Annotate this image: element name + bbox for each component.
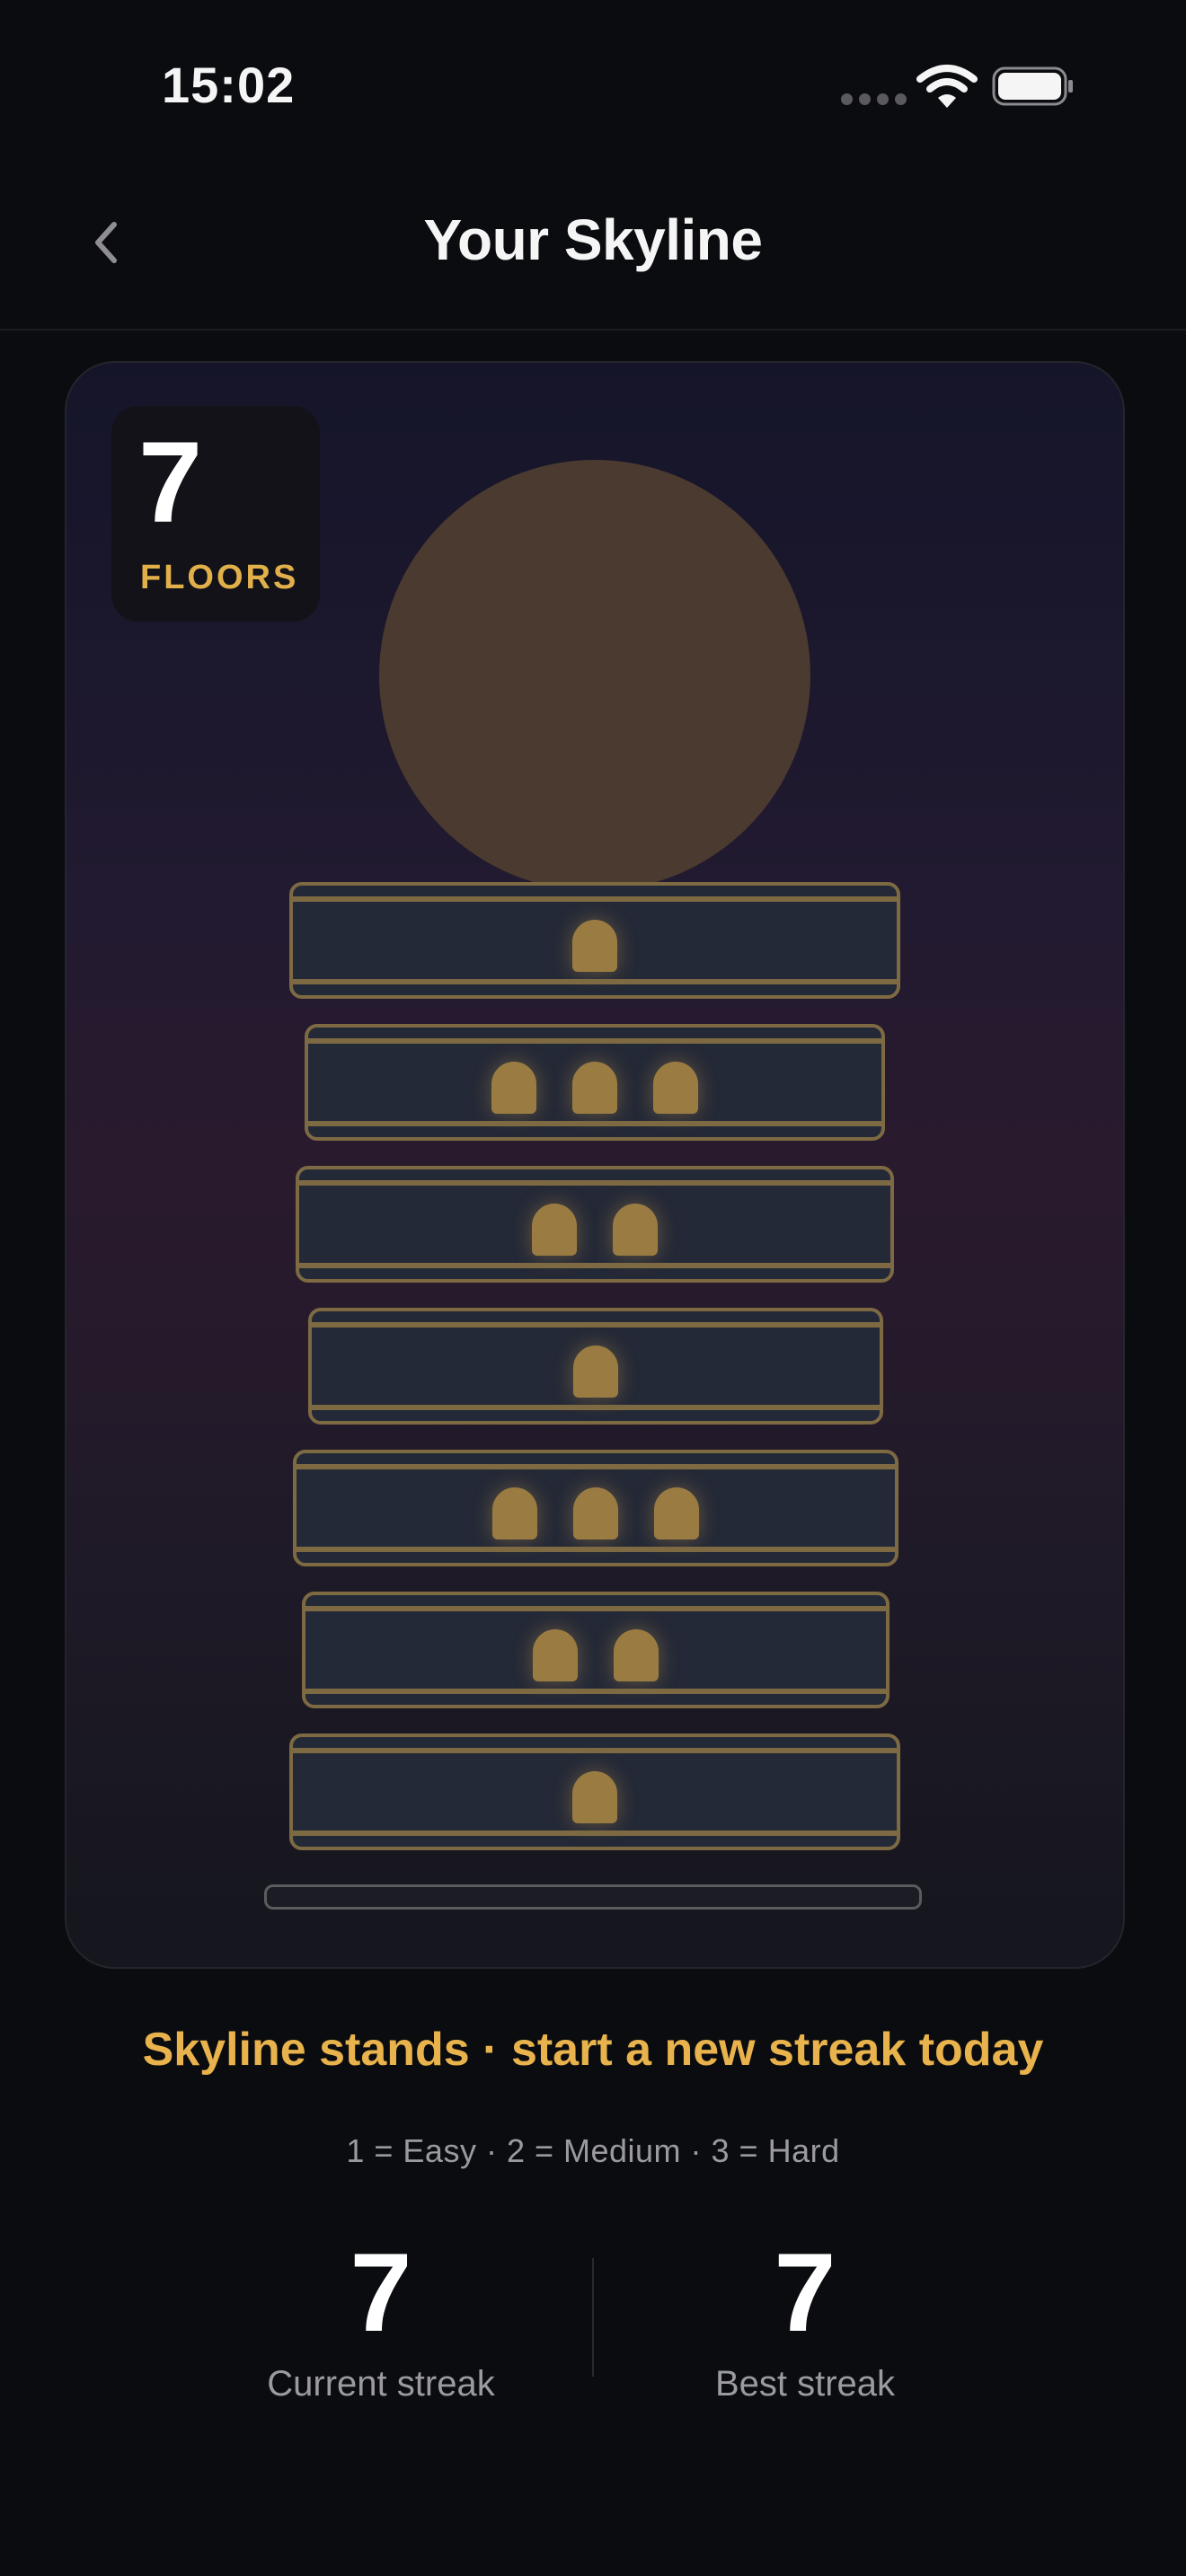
floor-windows <box>299 1204 890 1256</box>
tower-floor <box>289 1734 900 1850</box>
page-title: Your Skyline <box>423 207 763 272</box>
floor-count: 7 <box>138 419 203 547</box>
difficulty-legend: 1 = Easy · 2 = Medium · 3 = Hard <box>346 2132 840 2169</box>
floor-label: FLOORS <box>140 559 299 596</box>
lit-window <box>573 1345 618 1398</box>
floor-windows <box>293 1771 897 1823</box>
best-streak-value: 7 <box>774 2231 836 2355</box>
tower-floor <box>302 1592 890 1708</box>
battery-icon <box>992 66 1073 106</box>
floor-windows <box>293 920 897 972</box>
floor-trim <box>296 1464 895 1469</box>
tower-foundation <box>264 1884 922 1910</box>
lit-window <box>654 1487 699 1539</box>
current-streak-label: Current streak <box>267 2364 495 2404</box>
lit-window <box>491 1062 536 1114</box>
floor-windows <box>312 1345 880 1398</box>
lit-window <box>533 1629 578 1681</box>
lit-window <box>653 1062 698 1114</box>
floor-windows <box>305 1629 886 1681</box>
current-streak-value: 7 <box>350 2231 412 2355</box>
floor-trim <box>305 1689 886 1694</box>
stat-divider <box>592 2258 594 2377</box>
wifi-icon <box>916 65 978 108</box>
tower-floor <box>293 1450 898 1566</box>
floor-trim <box>308 1121 881 1126</box>
floor-trim <box>312 1405 880 1410</box>
tower-floor <box>308 1308 883 1425</box>
cellular-signal-icon <box>841 93 907 105</box>
best-streak-label: Best streak <box>714 2364 896 2404</box>
floor-trim <box>293 979 897 984</box>
floor-trim <box>293 896 897 902</box>
lit-window <box>573 1487 618 1539</box>
tower-floor <box>296 1166 894 1283</box>
floor-windows <box>308 1062 881 1114</box>
lit-window <box>532 1204 577 1256</box>
floor-windows <box>296 1487 895 1539</box>
current-streak-stat: 7 Current streak <box>201 2235 561 2404</box>
floor-trim <box>299 1263 890 1268</box>
best-streak-stat: 7 Best streak <box>625 2235 985 2404</box>
tower-floor <box>305 1024 885 1141</box>
floor-trim <box>299 1180 890 1186</box>
status-bar: 15:02 <box>0 0 1186 180</box>
lit-window <box>572 1771 617 1823</box>
sun-illustration <box>379 460 810 891</box>
floor-count-badge: 7 FLOORS <box>111 406 320 622</box>
lit-window <box>492 1487 537 1539</box>
lit-window <box>572 1062 617 1114</box>
skyline-card: 7 FLOORS <box>65 361 1125 1969</box>
lit-window <box>614 1629 659 1681</box>
floor-trim <box>293 1831 897 1836</box>
streak-message: Skyline stands · start a new streak toda… <box>142 2024 1044 2076</box>
navigation-bar: Your Skyline <box>0 180 1186 331</box>
status-time: 15:02 <box>162 57 296 113</box>
floor-trim <box>293 1748 897 1753</box>
lit-window <box>613 1204 658 1256</box>
floor-trim <box>305 1606 886 1611</box>
lit-window <box>572 920 617 972</box>
floor-trim <box>312 1322 880 1328</box>
floor-trim <box>308 1038 881 1044</box>
floor-trim <box>296 1547 895 1552</box>
tower-floor <box>289 882 900 999</box>
